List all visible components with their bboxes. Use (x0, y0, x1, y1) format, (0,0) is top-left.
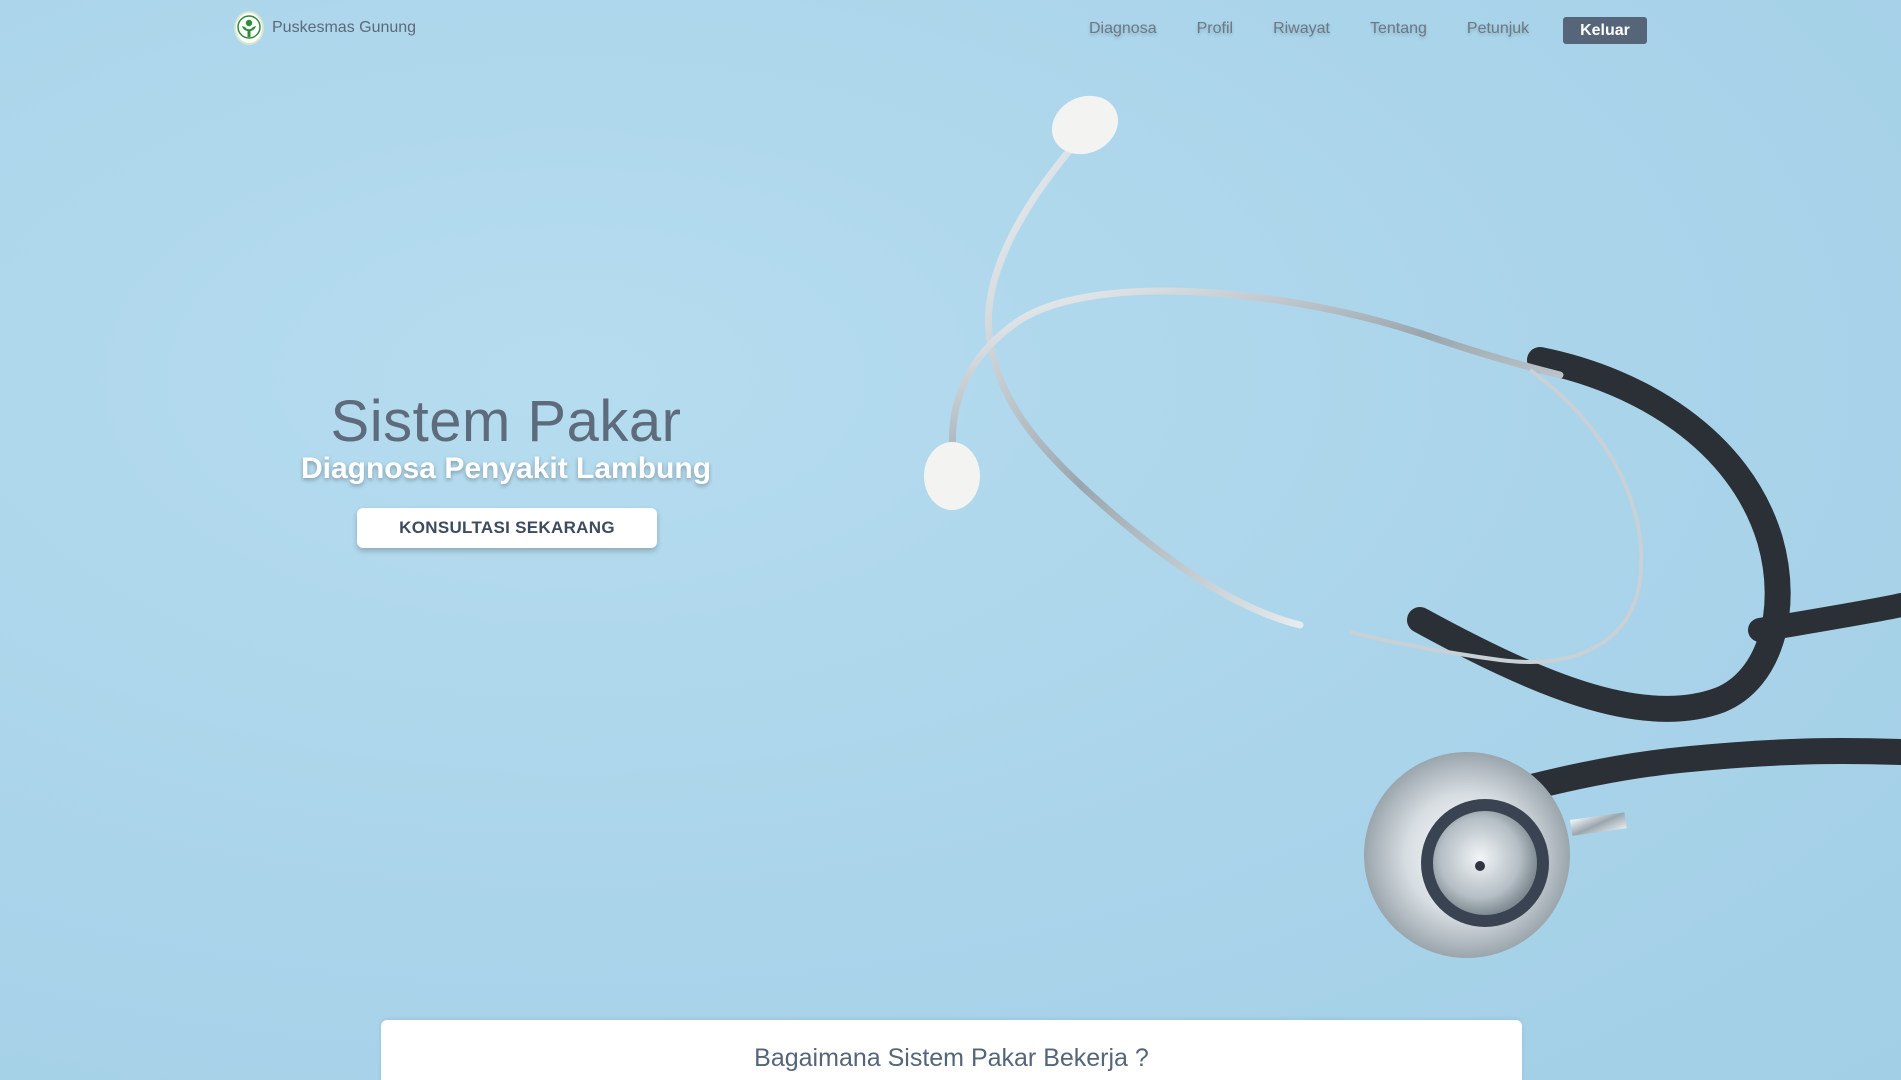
nav-link-petunjuk[interactable]: Petunjuk (1467, 20, 1529, 38)
brand-name: Puskesmas Gunung (272, 19, 417, 36)
nav-link-diagnosa[interactable]: Diagnosa (1089, 20, 1157, 38)
hero-section: Puskesmas Gunung Diagnosa Profil Riwayat… (0, 0, 1901, 1080)
consult-now-button[interactable]: KONSULTASI SEKARANG (357, 508, 657, 548)
nav-menu: Diagnosa Profil Riwayat Tentang Petunjuk (1089, 20, 1529, 38)
stethoscope-image (924, 95, 1901, 958)
puskesmas-logo-icon (234, 11, 264, 45)
hero-subtitle: Diagnosa Penyakit Lambung (300, 452, 712, 485)
how-it-works-title: Bagaimana Sistem Pakar Bekerja ? (754, 1044, 1149, 1072)
brand[interactable]: Puskesmas Gunung (234, 11, 416, 45)
navbar: Puskesmas Gunung Diagnosa Profil Riwayat… (0, 0, 1901, 64)
nav-link-profil[interactable]: Profil (1197, 20, 1233, 38)
nav-link-tentang[interactable]: Tentang (1370, 20, 1427, 38)
nav-link-riwayat[interactable]: Riwayat (1273, 20, 1330, 38)
logout-button[interactable]: Keluar (1563, 17, 1647, 44)
how-it-works-card: Bagaimana Sistem Pakar Bekerja ? (381, 1020, 1522, 1080)
hero-title: Sistem Pakar (330, 389, 682, 454)
